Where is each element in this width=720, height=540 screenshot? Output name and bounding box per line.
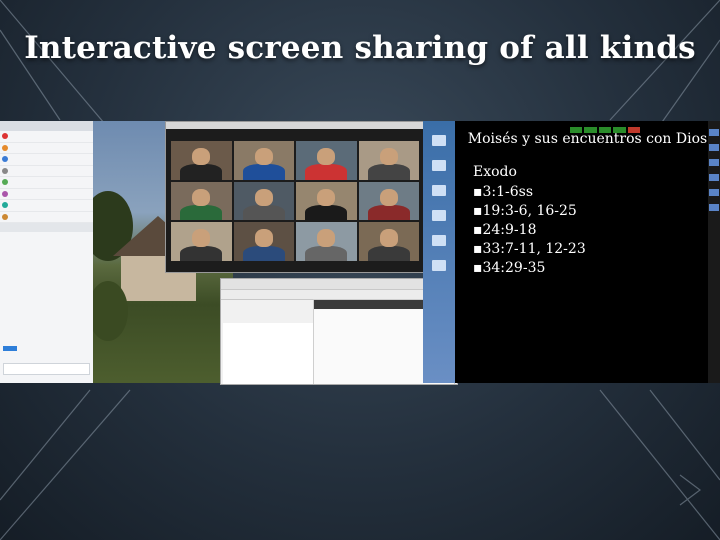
participant-row[interactable] [0,143,93,154]
scripture-reference: ▪33:7-11, 12-23 [473,241,586,257]
chat-header [0,121,93,131]
participant-row[interactable] [0,154,93,166]
folder-icon[interactable] [709,189,719,196]
participant-video-tile[interactable] [171,181,232,221]
scripture-reference: ▪19:3-6, 16-25 [473,203,577,219]
folder-icon[interactable] [432,160,446,171]
folder-icon[interactable] [709,129,719,136]
video-call-window[interactable] [165,121,425,273]
participant-video-tile[interactable] [233,181,294,221]
chat-section-header [0,223,93,232]
book-name: Exodo [473,164,517,180]
send-button[interactable] [3,346,17,351]
participant-row[interactable] [0,189,93,200]
folder-icon[interactable] [432,185,446,196]
screen-share-collage: Moisés y sus encuentros con Dios Exodo ▪… [0,121,720,385]
participant-video-tile[interactable] [171,222,232,261]
desktop-icons-strip [708,121,720,383]
folder-icon[interactable] [432,210,446,221]
chat-input[interactable] [3,363,90,375]
participant-row[interactable] [0,200,93,212]
participant-video-tile[interactable] [233,141,294,180]
participant-grid [171,141,419,261]
participant-video-tile[interactable] [358,181,419,221]
participant-video-tile[interactable] [233,222,294,261]
chat-message [0,232,93,271]
folder-icon[interactable] [709,204,719,211]
participant-row[interactable] [0,212,93,223]
chat-panel[interactable] [0,121,93,383]
presentation-title: Moisés y sus encuentros con Dios [467,131,708,147]
scripture-reference: ▪3:1-6ss [473,184,534,200]
folder-icon[interactable] [432,235,446,246]
participant-video-tile[interactable] [296,181,357,221]
scripture-reference-list: ▪3:1-6ss ▪19:3-6, 16-25 ▪24:9-18 ▪33:7-11, … [473,183,586,278]
participant-video-tile[interactable] [358,141,419,180]
presentation-window[interactable]: Moisés y sus encuentros con Dios Exodo ▪… [455,121,720,383]
participant-row[interactable] [0,177,93,189]
desktop-icons [423,121,455,383]
scripture-reference: ▪34:29-35 [473,260,546,276]
greek-text-document [223,323,315,384]
folder-icon[interactable] [709,159,719,166]
participant-video-tile[interactable] [358,222,419,261]
folder-icon[interactable] [432,260,446,271]
participant-video-tile[interactable] [296,141,357,180]
folder-icon[interactable] [432,135,446,146]
participant-video-tile[interactable] [171,141,232,180]
folder-icon[interactable] [709,174,719,181]
browser-toolbar [221,279,457,290]
video-call-titlebar [166,122,424,129]
participant-row[interactable] [0,131,93,143]
participant-video-tile[interactable] [296,222,357,261]
participant-row[interactable] [0,166,93,177]
slide-heading: Interactive screen sharing of all kinds [24,30,696,66]
scripture-reference: ▪24:9-18 [473,222,537,238]
folder-icon[interactable] [709,144,719,151]
